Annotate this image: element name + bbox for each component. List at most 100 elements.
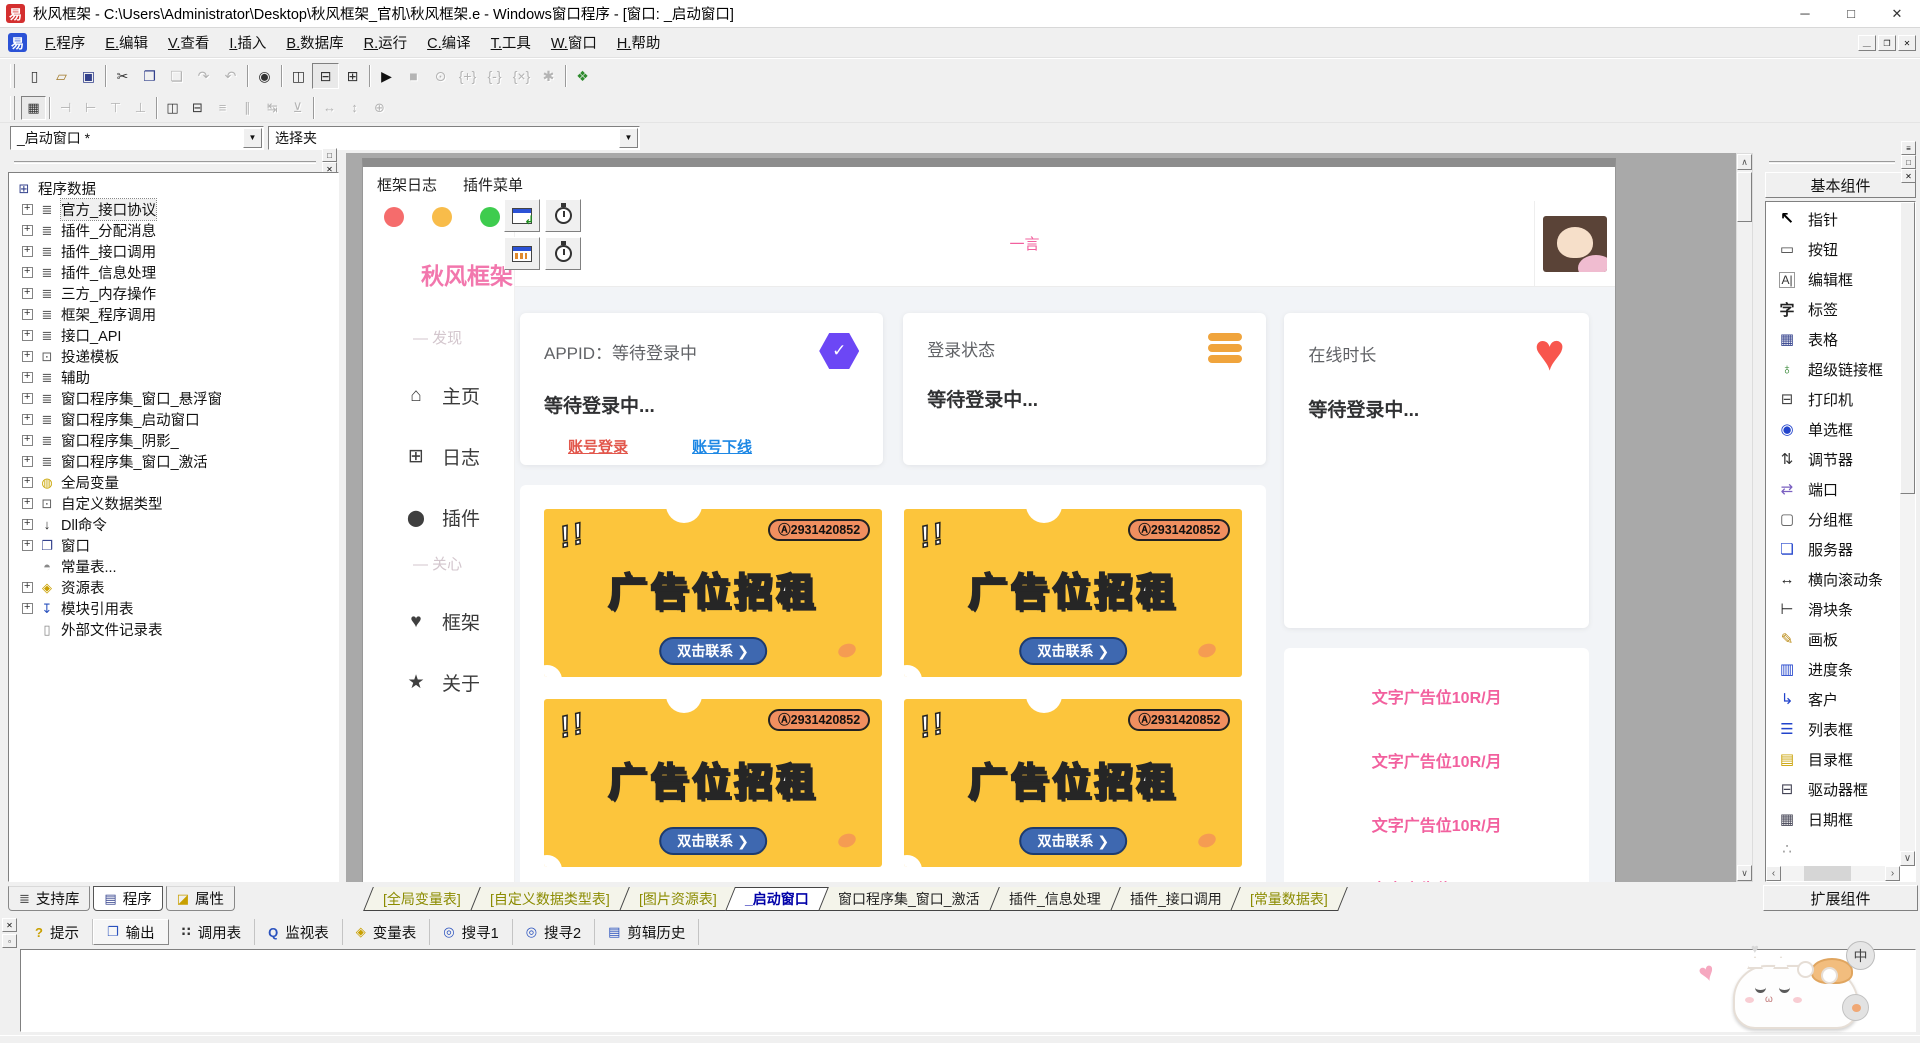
extended-components-button[interactable]: 扩展组件 bbox=[1763, 885, 1918, 911]
chevron-down-icon[interactable]: ▼ bbox=[243, 128, 262, 148]
component-item[interactable]: 调节器 bbox=[1766, 444, 1915, 474]
banner-contact-button[interactable]: 双击联系 ❯ bbox=[1019, 827, 1127, 855]
basic-components-header-button[interactable]: 基本组件 bbox=[1765, 172, 1916, 198]
text-ad-item[interactable]: 文字广告位10R/月 bbox=[1372, 684, 1502, 708]
menu-item[interactable]: V.查看 bbox=[158, 28, 219, 57]
tree-item[interactable]: 窗口程序集_阴影_ bbox=[20, 430, 334, 451]
tree-item[interactable]: 外部文件记录表 bbox=[20, 619, 334, 640]
panel-drag-handle[interactable] bbox=[1769, 161, 1895, 164]
align-bottom-button[interactable]: ⊥ bbox=[128, 96, 153, 120]
tree-expander-icon[interactable] bbox=[22, 309, 33, 320]
nav-item[interactable]: 框架 bbox=[405, 608, 514, 635]
tree-expander-icon[interactable] bbox=[22, 603, 33, 614]
scrollbar-thumb[interactable] bbox=[1737, 172, 1752, 222]
stop-button[interactable]: ■ bbox=[400, 63, 427, 89]
menu-item[interactable]: I.插入 bbox=[219, 28, 276, 57]
tree-item[interactable]: 窗口程序集_窗口_悬浮窗 bbox=[20, 388, 334, 409]
mdi-minimize-button[interactable]: ＿ bbox=[1858, 35, 1876, 51]
tree-expander-icon[interactable] bbox=[22, 540, 33, 551]
components-vertical-scrollbar[interactable]: ∨ bbox=[1900, 202, 1915, 866]
component-item[interactable]: 标签 bbox=[1766, 294, 1915, 324]
space-evenly-v-button[interactable]: ≡ bbox=[210, 96, 235, 120]
output-tab[interactable]: 监视表 bbox=[255, 919, 343, 945]
timer-button-2[interactable] bbox=[545, 237, 581, 270]
chevron-down-icon[interactable]: ▼ bbox=[619, 128, 638, 148]
tree-item[interactable]: 插件_信息处理 bbox=[20, 262, 334, 283]
center-horizontal-button[interactable]: ◫ bbox=[160, 96, 185, 120]
menu-item[interactable]: B.数据库 bbox=[276, 28, 353, 57]
designed-form[interactable]: 框架日志插件菜单 ↲ 秋风框架 bbox=[362, 158, 1616, 882]
align-left-button[interactable]: ⊣ bbox=[53, 96, 78, 120]
panel-drag-handle[interactable] bbox=[14, 161, 316, 164]
tree-item[interactable]: 辅助 bbox=[20, 367, 334, 388]
output-tab[interactable]: 剪辑历史 bbox=[595, 919, 699, 945]
component-item[interactable]: 服务器 bbox=[1766, 534, 1915, 564]
document-tab[interactable]: [图片资源表] bbox=[619, 887, 736, 911]
banner-contact-button[interactable]: 双击联系 ❯ bbox=[659, 827, 767, 855]
toolbar-separator[interactable] bbox=[278, 63, 285, 89]
panel-splitter[interactable] bbox=[1753, 153, 1763, 882]
open-file-button[interactable]: ▱ bbox=[48, 63, 75, 89]
same-height-button[interactable]: ⊻ bbox=[285, 96, 310, 120]
component-item[interactable]: 列表框 bbox=[1766, 714, 1915, 744]
component-item[interactable]: 单选框 bbox=[1766, 414, 1915, 444]
tree-expander-icon[interactable] bbox=[22, 435, 33, 446]
component-item[interactable]: 表格 bbox=[1766, 324, 1915, 354]
form-designer-canvas[interactable]: 框架日志插件菜单 ↲ 秋风框架 bbox=[346, 153, 1736, 882]
panel-float-button[interactable]: □ bbox=[1901, 155, 1916, 169]
component-item[interactable]: 编辑框 bbox=[1766, 264, 1915, 294]
tree-expander-icon[interactable] bbox=[22, 393, 33, 404]
mdi-restore-button[interactable]: ❐ bbox=[1878, 35, 1896, 51]
folder-selector-combobox[interactable]: 选择夹 ▼ bbox=[268, 126, 640, 150]
tree-item[interactable]: 插件_接口调用 bbox=[20, 241, 334, 262]
redo-button[interactable]: ↷ bbox=[190, 63, 217, 89]
close-button[interactable]: ✕ bbox=[1874, 0, 1920, 27]
form-grid-button[interactable]: ▦ bbox=[21, 96, 46, 120]
component-item[interactable]: 指针 bbox=[1766, 204, 1915, 234]
pause-button[interactable]: ✱ bbox=[535, 63, 562, 89]
close-output-button[interactable]: ✕ bbox=[2, 918, 17, 932]
space-evenly-h-button[interactable]: ∥ bbox=[235, 96, 260, 120]
side-tab[interactable]: 支持库 bbox=[8, 886, 90, 911]
tree-item[interactable]: 三方_内存操作 bbox=[20, 283, 334, 304]
window-bars-button[interactable] bbox=[504, 237, 540, 270]
tree-item[interactable]: 资源表 bbox=[20, 577, 334, 598]
output-tab[interactable]: 搜寻1 bbox=[430, 919, 512, 945]
toolbar-separator[interactable] bbox=[46, 96, 53, 120]
component-item[interactable]: 目录框 bbox=[1766, 744, 1915, 774]
component-item[interactable]: 横向滚动条 bbox=[1766, 564, 1915, 594]
tree-item[interactable]: 接口_API bbox=[20, 325, 334, 346]
tree-expander-icon[interactable] bbox=[22, 561, 33, 572]
component-item[interactable]: 进度条 bbox=[1766, 654, 1915, 684]
minimize-button[interactable]: ─ bbox=[1782, 0, 1828, 27]
window-selector-combobox[interactable]: _启动窗口 * ▼ bbox=[10, 126, 264, 150]
tree-expander-icon[interactable] bbox=[22, 267, 33, 278]
menu-item[interactable]: F.程序 bbox=[35, 28, 95, 57]
side-tab[interactable]: 属性 bbox=[166, 886, 235, 911]
tree-expander-icon[interactable] bbox=[22, 582, 33, 593]
menu-item[interactable]: H.帮助 bbox=[607, 28, 671, 57]
mdi-close-button[interactable]: ✕ bbox=[1898, 35, 1916, 51]
banner-contact-button[interactable]: 双击联系 ❯ bbox=[1019, 637, 1127, 665]
document-tab[interactable]: 插件_信息处理 bbox=[989, 887, 1120, 911]
output-content-area[interactable]: 中 ♥ ♥ ω bbox=[20, 949, 1916, 1032]
tree-item[interactable]: 模块引用表 bbox=[20, 598, 334, 619]
form-menu-item[interactable]: 插件菜单 bbox=[463, 174, 523, 195]
menu-item[interactable]: R.运行 bbox=[354, 28, 418, 57]
nav-item[interactable]: 插件 bbox=[405, 504, 514, 531]
nav-item[interactable]: 日志 bbox=[405, 443, 514, 470]
hitokoto-text[interactable]: 一言 bbox=[515, 201, 1534, 286]
menu-item[interactable]: E.编辑 bbox=[95, 28, 158, 57]
banner-contact-button[interactable]: 双击联系 ❯ bbox=[659, 637, 767, 665]
output-tab[interactable]: 输出 bbox=[93, 919, 169, 945]
step-out-button[interactable]: {-} bbox=[481, 63, 508, 89]
sticker-paw-badge[interactable] bbox=[1842, 994, 1869, 1021]
menu-item[interactable]: W.窗口 bbox=[541, 28, 607, 57]
paste-button[interactable]: ❏ bbox=[163, 63, 190, 89]
tree-expander-icon[interactable] bbox=[22, 372, 33, 383]
component-item[interactable]: 分组框 bbox=[1766, 504, 1915, 534]
scroll-up-icon[interactable]: ∧ bbox=[1737, 154, 1752, 170]
account-login-link[interactable]: 账号登录 bbox=[568, 436, 628, 457]
ad-banner[interactable]: !! Ⓐ2931420852 广告位招租 双击联系 ❯ bbox=[904, 509, 1242, 677]
tree-expander-icon[interactable] bbox=[22, 498, 33, 509]
